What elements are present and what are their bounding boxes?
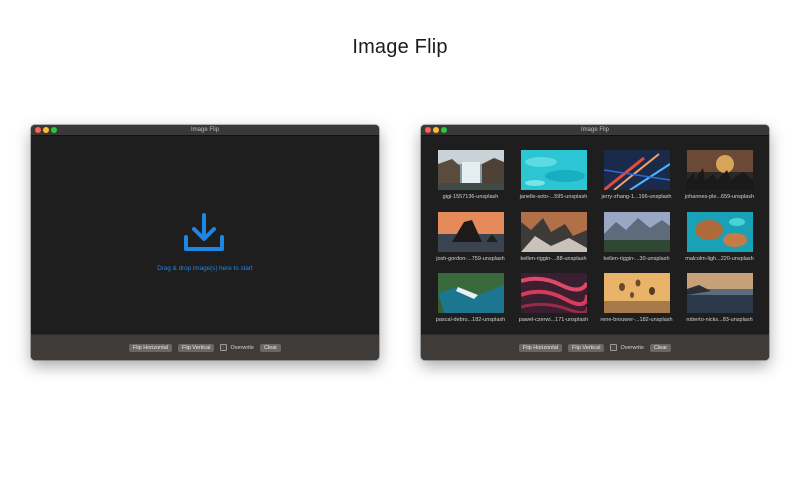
image-thumbnail bbox=[520, 211, 587, 252]
image-item[interactable]: johannes-ple...659-unsplash bbox=[678, 150, 761, 212]
overwrite-checkbox[interactable]: Overwrite bbox=[610, 344, 644, 351]
checkbox-box[interactable] bbox=[610, 344, 618, 351]
page-title: Image Flip bbox=[352, 36, 448, 58]
image-label: rene-brouwer-...182-unsplash bbox=[600, 317, 673, 324]
image-label: kellen-riggin-...88-unsplash bbox=[520, 255, 587, 262]
overwrite-checkbox[interactable]: Overwrite bbox=[220, 344, 254, 351]
flip-vertical-button[interactable]: Flip Vertical bbox=[568, 343, 605, 352]
image-item[interactable]: pawel-czerwi...171-unsplash bbox=[512, 273, 595, 335]
bottom-toolbar: Flip Horizontal Flip Vertical Overwrite … bbox=[31, 334, 379, 360]
image-item[interactable]: jerry-zhang-1...196-unsplash bbox=[595, 150, 678, 212]
app-window-loaded: Image Flip gigi-1557136-unsplash janelle… bbox=[421, 125, 769, 360]
flip-vertical-button[interactable]: Flip Vertical bbox=[178, 343, 215, 352]
drop-instructions: Drag & drop image(s) here to start bbox=[157, 265, 253, 272]
image-thumbnail bbox=[437, 150, 504, 190]
image-label: johannes-ple...659-unsplash bbox=[684, 194, 755, 200]
image-thumbnail bbox=[520, 273, 587, 314]
overwrite-label: Overwrite bbox=[230, 344, 254, 351]
app-window-empty: Image Flip Drag & drop image(s) here to … bbox=[31, 125, 379, 360]
drop-zone[interactable]: Drag & drop image(s) here to start bbox=[31, 136, 379, 335]
image-item[interactable]: malcolm-ligh...220-unsplash bbox=[678, 211, 761, 274]
clear-button[interactable]: Clear bbox=[649, 343, 672, 352]
checkbox-box[interactable] bbox=[220, 344, 228, 351]
image-thumbnail bbox=[437, 273, 504, 314]
image-label: josh-gordon-...759-unsplash bbox=[436, 255, 505, 262]
download-icon bbox=[184, 213, 224, 251]
image-label: jerry-zhang-1...196-unsplash bbox=[601, 194, 672, 200]
image-thumbnail bbox=[603, 273, 670, 314]
image-item[interactable]: janelle-soto-...595-unsplash bbox=[512, 150, 595, 212]
image-thumbnail bbox=[686, 150, 753, 190]
image-item[interactable]: kellen-riggin-...30-unsplash bbox=[595, 211, 678, 274]
image-label: kellen-riggin-...30-unsplash bbox=[603, 255, 670, 262]
image-label: pascal-debru...182-unsplash bbox=[435, 317, 506, 324]
bottom-toolbar: Flip Horizontal Flip Vertical Overwrite … bbox=[421, 334, 769, 360]
image-thumbnail bbox=[686, 211, 753, 252]
image-thumbnail bbox=[603, 150, 670, 190]
image-thumbnail bbox=[686, 273, 753, 314]
image-thumbnail bbox=[520, 150, 587, 190]
overwrite-label: Overwrite bbox=[620, 344, 644, 351]
image-label: pawel-czerwi...171-unsplash bbox=[518, 317, 589, 324]
image-item[interactable]: rene-brouwer-...182-unsplash bbox=[595, 273, 678, 335]
image-item[interactable]: kellen-riggin-...88-unsplash bbox=[512, 211, 595, 274]
image-thumbnail bbox=[437, 211, 504, 252]
image-label: janelle-soto-...595-unsplash bbox=[519, 194, 588, 200]
image-item[interactable]: gigi-1557136-unsplash bbox=[429, 150, 512, 212]
window-titlebar[interactable]: Image Flip bbox=[421, 125, 769, 136]
image-grid-area: gigi-1557136-unsplash janelle-soto-...59… bbox=[421, 136, 769, 335]
window-titlebar[interactable]: Image Flip bbox=[31, 125, 379, 136]
image-thumbnail bbox=[603, 211, 670, 252]
image-label: gigi-1557136-unsplash bbox=[442, 194, 499, 200]
window-title: Image Flip bbox=[580, 127, 609, 133]
clear-button[interactable]: Clear bbox=[259, 343, 282, 352]
image-item[interactable]: pascal-debru...182-unsplash bbox=[429, 273, 512, 335]
image-item[interactable]: roberto-nicks...83-unsplash bbox=[678, 273, 761, 335]
image-item[interactable]: josh-gordon-...759-unsplash bbox=[429, 211, 512, 274]
image-label: malcolm-ligh...220-unsplash bbox=[685, 255, 754, 262]
flip-horizontal-button[interactable]: Flip Horizontal bbox=[128, 343, 173, 352]
image-label: roberto-nicks...83-unsplash bbox=[686, 317, 753, 324]
flip-horizontal-button[interactable]: Flip Horizontal bbox=[518, 343, 563, 352]
image-grid: gigi-1557136-unsplash janelle-soto-...59… bbox=[429, 150, 761, 335]
window-title: Image Flip bbox=[190, 127, 219, 133]
